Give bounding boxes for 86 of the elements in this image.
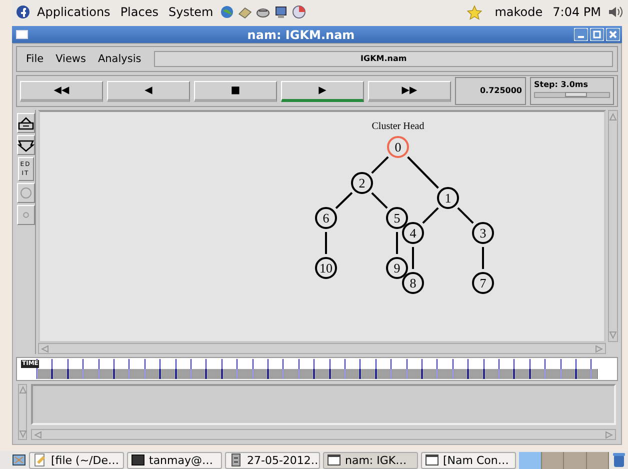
- panel-menu[interactable]: Applications: [34, 5, 114, 19]
- user-name[interactable]: makode: [492, 5, 546, 19]
- link-line: [325, 232, 327, 254]
- link-line: [371, 156, 389, 174]
- small-circle-icon: [22, 212, 28, 218]
- link-line: [482, 247, 484, 269]
- link-line: [422, 207, 439, 224]
- step-slider-track[interactable]: [534, 92, 610, 98]
- scroll-left-icon[interactable]: [41, 344, 49, 352]
- taskbar-button[interactable]: tanmay@…: [127, 452, 222, 468]
- vertical-scrollbar[interactable]: [18, 384, 27, 440]
- panel-menu[interactable]: System: [165, 5, 216, 19]
- network-node: 9: [386, 257, 408, 279]
- clock[interactable]: 7:04 PM: [550, 5, 604, 19]
- scroll-right-icon[interactable]: [605, 430, 613, 438]
- window-icon: [327, 453, 341, 467]
- network-node: 10: [315, 257, 337, 279]
- step-slider-thumb[interactable]: [564, 92, 587, 97]
- link-line: [412, 247, 414, 269]
- scroll-up-icon[interactable]: [18, 386, 26, 394]
- menu-item[interactable]: Views: [50, 53, 91, 65]
- step-label: Step: 3.0ms: [534, 80, 589, 89]
- workspace-switcher-cell[interactable]: [586, 452, 609, 468]
- zoom-out-button[interactable]: [16, 135, 34, 155]
- network-node: 2: [351, 172, 373, 194]
- scroll-up-icon[interactable]: [609, 113, 617, 121]
- globe-icon[interactable]: [220, 5, 234, 19]
- link-line: [335, 192, 353, 209]
- taskbar-button[interactable]: [file (~/De…: [29, 452, 124, 468]
- file-name-field: IGKM.nam: [154, 51, 613, 67]
- speaker-icon[interactable]: [608, 5, 624, 19]
- menu-item[interactable]: File: [21, 53, 49, 65]
- workspace-switcher-cell[interactable]: [564, 452, 586, 468]
- caption-label: Cluster Head: [372, 121, 424, 132]
- logo-icon[interactable]: [16, 5, 30, 19]
- small-circle-tool-button[interactable]: [16, 205, 34, 225]
- playback-button[interactable]: ■: [194, 81, 277, 102]
- desktop-icon[interactable]: [12, 453, 26, 467]
- window-icon: [425, 453, 439, 467]
- vertical-scrollbar[interactable]: [608, 110, 618, 342]
- trash-icon[interactable]: [612, 452, 626, 468]
- taskbar-button[interactable]: 27-05-2012…: [225, 452, 320, 468]
- window-title: nam: IGKM.nam: [246, 28, 356, 42]
- playback-button[interactable]: ▶▶: [368, 81, 451, 102]
- chart-icon[interactable]: [292, 5, 306, 19]
- menu-item[interactable]: Analysis: [92, 53, 146, 65]
- scroll-down-icon[interactable]: [18, 430, 26, 438]
- star-icon[interactable]: [466, 4, 482, 20]
- scroll-down-icon[interactable]: [609, 331, 617, 339]
- scroll-right-icon[interactable]: [595, 344, 603, 352]
- workspace-switcher-cell[interactable]: [542, 452, 564, 468]
- circle-tool-button[interactable]: [16, 183, 34, 203]
- box-down-arrow-icon: [16, 138, 34, 152]
- playback-button[interactable]: ◀: [107, 81, 190, 102]
- network-node: 5: [386, 207, 408, 229]
- zoom-in-button[interactable]: [16, 113, 34, 133]
- network-node: 6: [315, 207, 337, 229]
- network-node: 0: [387, 136, 409, 158]
- network-node: 7: [472, 272, 494, 294]
- minimize-icon[interactable]: [574, 28, 588, 41]
- annotation-area[interactable]: [31, 384, 616, 425]
- network-node: 1: [437, 187, 459, 209]
- terminal-icon: [131, 453, 145, 467]
- close-icon[interactable]: [606, 28, 620, 41]
- playback-button[interactable]: ◀◀: [20, 81, 103, 102]
- link-line: [457, 207, 474, 224]
- workspace-switcher-cell[interactable]: [519, 452, 542, 468]
- maximize-icon[interactable]: [590, 28, 604, 41]
- panel-menu[interactable]: Places: [117, 5, 162, 19]
- taskbar-button[interactable]: [Nam Con…: [421, 452, 516, 468]
- horizontal-scrollbar[interactable]: [38, 343, 606, 354]
- network-node: 8: [402, 272, 424, 294]
- monitor-icon[interactable]: [274, 5, 288, 19]
- link-line: [371, 192, 388, 209]
- taskbar-button[interactable]: nam: IGK…: [323, 452, 418, 468]
- link-line: [407, 156, 439, 189]
- time-readout: 0.725000: [455, 77, 526, 105]
- box-up-arrow-icon: [16, 116, 34, 130]
- horizontal-scrollbar[interactable]: [31, 429, 616, 440]
- scroll-left-icon[interactable]: [34, 430, 42, 438]
- playback-button[interactable]: ▶: [281, 81, 364, 102]
- network-node: 4: [402, 222, 424, 244]
- network-node: 3: [472, 222, 494, 244]
- circle-icon: [20, 187, 32, 199]
- cabinet-icon: [229, 453, 243, 467]
- link-line: [396, 232, 398, 254]
